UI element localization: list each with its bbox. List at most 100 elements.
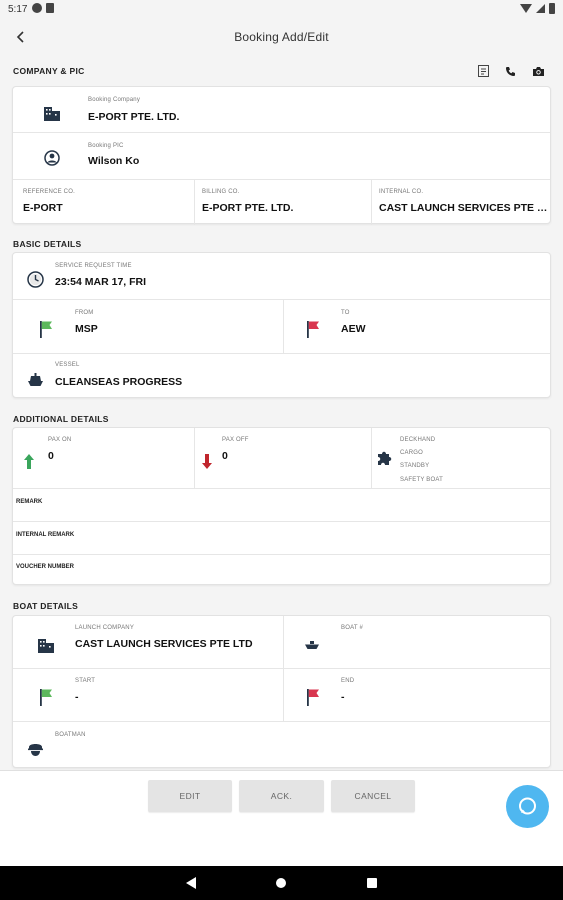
boat-details-card: LAUNCH COMPANY CAST LAUNCH SERVICES PTE … — [12, 615, 551, 768]
service-deckhand: DECKHAND — [400, 437, 436, 443]
camera-icon — [533, 67, 544, 76]
wifi-icon — [520, 4, 532, 13]
service-safety-boat: SAFETY BOAT — [400, 477, 443, 483]
pax-row: PAX ON 0 PAX OFF 0 DECKHAND CARGO STANDB… — [13, 428, 550, 489]
booking-pic-row[interactable]: Booking PIC Wilson Ko — [13, 133, 550, 180]
pax-off-cell[interactable]: PAX OFF 0 — [194, 428, 371, 488]
flag-green-icon — [40, 689, 52, 706]
flag-red-icon — [307, 321, 319, 338]
from-cell[interactable]: FROM MSP — [13, 300, 283, 353]
to-value: AEW — [341, 323, 366, 335]
section-title-boat-details: BOAT DETAILS — [13, 601, 79, 611]
reference-co-value: E-PORT — [23, 202, 63, 214]
start-cell[interactable]: START - — [13, 669, 283, 721]
section-title-company-pic: COMPANY & PIC — [13, 66, 85, 76]
booking-company-label: Booking Company — [88, 97, 141, 103]
launch-row: LAUNCH COMPANY CAST LAUNCH SERVICES PTE … — [13, 616, 550, 669]
app-bar: Booking Add/Edit — [0, 20, 563, 56]
ack-button[interactable]: ACK. — [239, 780, 324, 812]
boatman-label: BOATMAN — [55, 732, 86, 738]
vessel-value: CLEANSEAS PROGRESS — [55, 376, 183, 388]
flag-red-icon — [307, 689, 319, 706]
internal-co-label: INTERNAL CO. — [379, 189, 424, 195]
pax-on-value: 0 — [48, 450, 54, 462]
ship-icon — [28, 373, 43, 386]
section-actions — [478, 64, 545, 82]
edit-button[interactable]: EDIT — [148, 780, 232, 812]
start-end-row: START - END - — [13, 669, 550, 722]
additional-details-card: PAX ON 0 PAX OFF 0 DECKHAND CARGO STANDB… — [12, 427, 551, 585]
route-row: FROM MSP TO AEW — [13, 300, 550, 354]
remark-label: REMARK — [16, 499, 43, 505]
boat-number-cell[interactable]: BOAT # — [283, 616, 552, 668]
internal-co-cell[interactable]: INTERNAL CO. CAST LAUNCH SERVICES PTE LT… — [371, 180, 552, 225]
boat-icon — [305, 641, 319, 649]
action-bar: EDIT ACK. CANCEL — [0, 770, 563, 866]
phone-icon — [506, 67, 515, 76]
service-request-time-value: 23:54 MAR 17, FRI — [55, 276, 147, 288]
to-cell[interactable]: TO AEW — [283, 300, 552, 353]
booking-pic-label: Booking PIC — [88, 143, 124, 149]
sim-icon — [46, 3, 54, 13]
launch-company-cell[interactable]: LAUNCH COMPANY CAST LAUNCH SERVICES PTE … — [13, 616, 283, 668]
building-icon — [38, 639, 54, 653]
system-nav-bar — [0, 866, 563, 900]
service-request-time-label: SERVICE REQUEST TIME — [55, 263, 132, 269]
company-pic-card: Booking Company E-PORT PTE. LTD. Booking… — [12, 86, 552, 225]
internal-remark-label: INTERNAL REMARK — [16, 532, 75, 538]
billing-co-cell[interactable]: BILLING CO. E-PORT PTE. LTD. — [194, 180, 371, 225]
voucher-number-label: VOUCHER NUMBER — [16, 564, 75, 570]
user-circle-icon — [44, 150, 60, 166]
end-label: END — [341, 678, 355, 684]
voucher-number-row[interactable]: VOUCHER NUMBER — [13, 555, 550, 586]
launch-company-value: CAST LAUNCH SERVICES PTE LTD — [75, 638, 253, 650]
pax-on-cell[interactable]: PAX ON 0 — [13, 428, 194, 488]
nav-home-icon[interactable] — [276, 878, 286, 888]
billing-co-label: BILLING CO. — [202, 189, 240, 195]
nav-recents-icon[interactable] — [367, 878, 377, 888]
section-title-basic-details: BASIC DETAILS — [13, 239, 82, 249]
internal-remark-row[interactable]: INTERNAL REMARK — [13, 522, 550, 555]
end-cell[interactable]: END - — [283, 669, 552, 721]
document-button[interactable] — [478, 64, 489, 82]
call-button[interactable] — [505, 64, 516, 82]
reference-co-label: REFERENCE CO. — [23, 189, 75, 195]
puzzle-icon — [378, 451, 392, 465]
clock-icon — [27, 271, 44, 288]
booking-company-value: E-PORT PTE. LTD. — [88, 111, 180, 123]
pax-off-value: 0 — [222, 450, 228, 462]
pax-off-label: PAX OFF — [222, 437, 249, 443]
status-time: 5:17 — [8, 4, 28, 15]
service-cargo: CARGO — [400, 450, 424, 456]
booking-company-row[interactable]: Booking Company E-PORT PTE. LTD. — [13, 87, 550, 133]
to-label: TO — [341, 310, 350, 316]
flag-green-icon — [40, 321, 52, 338]
section-title-additional-details: ADDITIONAL DETAILS — [13, 414, 109, 424]
camera-button[interactable] — [532, 64, 545, 82]
chat-button[interactable] — [506, 785, 549, 828]
status-bar: 5:17 — [0, 0, 563, 20]
arrow-up-icon — [24, 454, 34, 469]
nav-back-icon[interactable] — [186, 877, 196, 889]
basic-details-card: SERVICE REQUEST TIME 23:54 MAR 17, FRI F… — [12, 252, 551, 398]
reference-co-cell[interactable]: REFERENCE CO. E-PORT — [13, 180, 194, 225]
page-title: Booking Add/Edit — [234, 30, 329, 44]
remark-row[interactable]: REMARK — [13, 489, 550, 522]
battery-icon — [549, 3, 555, 14]
service-request-time-row[interactable]: SERVICE REQUEST TIME 23:54 MAR 17, FRI — [13, 253, 550, 300]
from-label: FROM — [75, 310, 94, 316]
signal-icon — [536, 4, 545, 13]
vessel-row[interactable]: VESSEL CLEANSEAS PROGRESS — [13, 354, 550, 399]
services-cell[interactable]: DECKHAND CARGO STANDBY SAFETY BOAT — [371, 428, 552, 488]
start-value: - — [75, 691, 79, 703]
vessel-label: VESSEL — [55, 362, 80, 368]
notification-icon — [32, 3, 42, 13]
chat-bubble-icon — [519, 797, 536, 815]
start-label: START — [75, 678, 96, 684]
cancel-button[interactable]: CANCEL — [331, 780, 415, 812]
internal-co-value: CAST LAUNCH SERVICES PTE LTD — [379, 202, 549, 214]
building-icon — [44, 107, 60, 121]
captain-icon — [28, 744, 43, 756]
booking-pic-value: Wilson Ko — [88, 155, 140, 167]
boatman-row[interactable]: BOATMAN — [13, 722, 550, 769]
